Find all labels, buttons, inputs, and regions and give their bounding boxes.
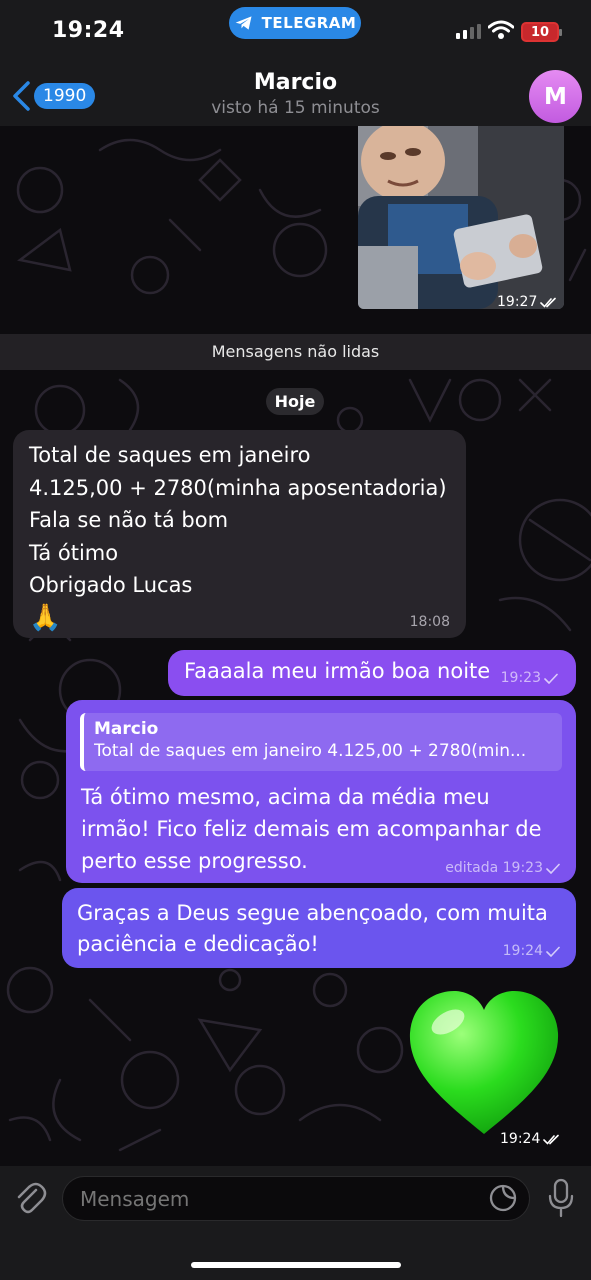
message-line: paciência e dedicação!: [77, 932, 319, 956]
message-composer: [0, 1166, 591, 1280]
message-time: editada 19:23: [445, 860, 543, 876]
green-heart-emoji[interactable]: [406, 988, 562, 1138]
message-line: Graças a Deus segue abençoado, com muita: [77, 901, 548, 925]
home-indicator: [191, 1262, 401, 1268]
check-icon: [544, 673, 558, 684]
message-time: 19:24: [502, 943, 543, 959]
baby-photo: [358, 126, 564, 309]
message-body: Graças a Deus segue abençoado, com muita…: [77, 898, 548, 960]
check-icon: [546, 863, 560, 874]
battery-level: 10: [530, 24, 550, 40]
contact-name[interactable]: Marcio: [0, 70, 591, 95]
telegram-pill[interactable]: TELEGRAM: [229, 7, 361, 39]
wifi-icon: [488, 20, 514, 39]
chat-header: 1990 Marcio visto há 15 minutos M: [0, 60, 591, 126]
photo-meta: 19:27: [497, 294, 558, 310]
message-time: 19:23: [500, 670, 541, 686]
double-check-icon: [543, 1134, 560, 1145]
message-input[interactable]: [62, 1176, 530, 1221]
contact-last-seen: visto há 15 minutos: [211, 98, 380, 118]
message-meta: editada 19:23: [445, 860, 560, 876]
clock: 19:24: [52, 18, 125, 43]
reply-snippet: Total de saques em janeiro 4.125,00 + 27…: [94, 741, 527, 761]
outgoing-message[interactable]: Graças a Deus segue abençoado, com muita…: [62, 888, 576, 968]
cellular-signal-icon: [456, 24, 481, 39]
message-line: Tá ótimo: [29, 540, 119, 565]
heart-meta: 19:24: [500, 1131, 561, 1147]
reply-author: Marcio: [94, 719, 159, 739]
message-line: Obrigado Lucas: [29, 573, 193, 597]
message-line: irmão! Fico feliz demais em acompanhar d…: [81, 817, 542, 841]
unread-divider: Mensagens não lidas: [0, 334, 591, 370]
reply-quote[interactable]: Marcio Total de saques em janeiro 4.125,…: [80, 713, 562, 771]
message-meta: 19:23: [501, 670, 558, 686]
microphone-icon[interactable]: [547, 1178, 575, 1218]
message-line: 4.125,00 + 2780(minha aposentadoria): [29, 475, 447, 500]
message-text: Faaaala meu irmão boa noite: [184, 659, 491, 683]
photo-time: 19:27: [497, 294, 538, 310]
sticker-icon[interactable]: [489, 1184, 517, 1212]
photo-message[interactable]: [358, 126, 564, 309]
message-line: Fala se não tá bom: [29, 508, 229, 532]
outgoing-reply-message[interactable]: Marcio Total de saques em janeiro 4.125,…: [66, 700, 576, 883]
telegram-pill-label: TELEGRAM: [261, 14, 357, 32]
date-chip: Hoje: [266, 388, 324, 415]
double-check-icon: [540, 297, 557, 308]
message-time: 18:08: [409, 614, 450, 630]
status-bar: 19:24 TELEGRAM 10: [0, 0, 591, 60]
check-icon: [546, 946, 560, 957]
message-time: 19:24: [500, 1131, 541, 1147]
avatar[interactable]: M: [529, 70, 582, 123]
incoming-message[interactable]: Total de saques em janeiro 4.125,00 + 27…: [13, 430, 466, 638]
message-line: Tá ótimo mesmo, acima da média meu: [81, 785, 490, 809]
outgoing-message[interactable]: Faaaala meu irmão boa noite 19:23: [168, 650, 576, 696]
praying-hands-emoji: 🙏: [29, 602, 62, 633]
battery-icon: 10: [521, 22, 562, 42]
message-line: Total de saques em janeiro: [29, 443, 311, 467]
message-meta: 19:24: [503, 943, 560, 959]
telegram-icon: [235, 16, 252, 30]
paperclip-icon[interactable]: [12, 1180, 48, 1216]
